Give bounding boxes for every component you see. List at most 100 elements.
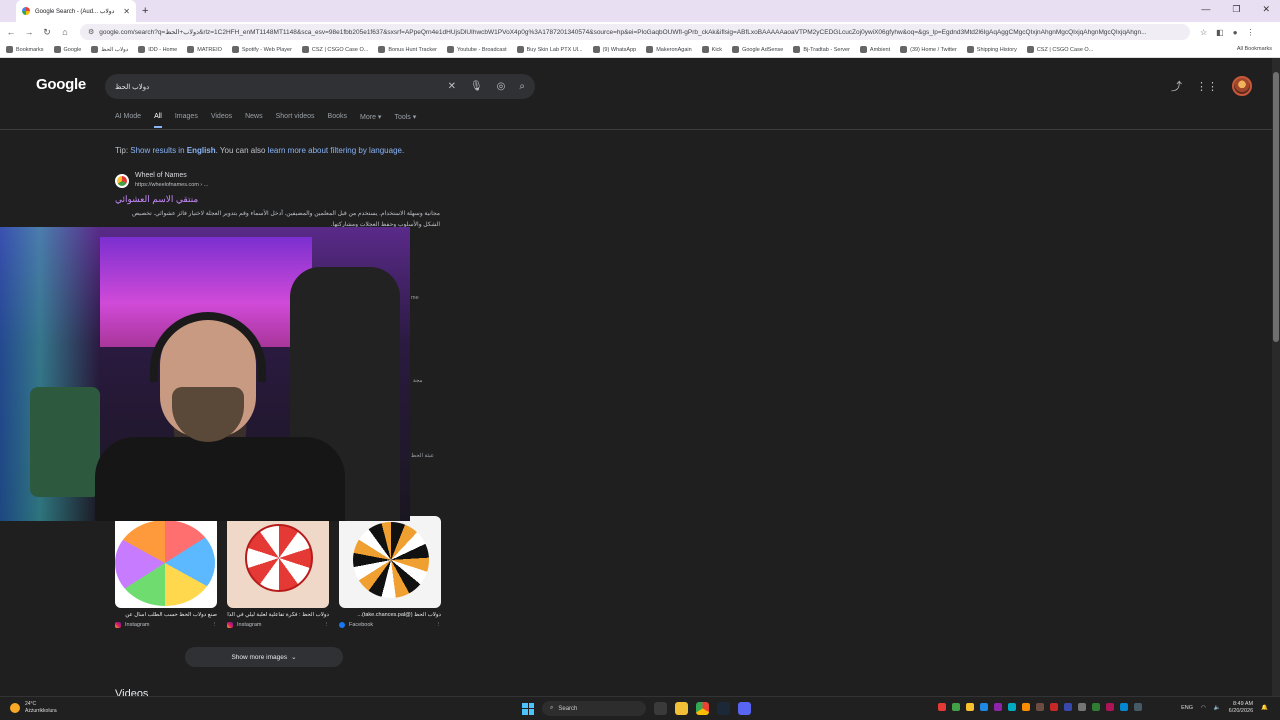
image-result-card[interactable]: دولاب الحظ : فكرة تفاعلية لعلبة ليلي في … — [227, 516, 329, 628]
tray-app-icon[interactable] — [1022, 703, 1030, 711]
bookmark-item[interactable]: Kick — [701, 46, 722, 53]
reload-icon[interactable]: ↻ — [40, 27, 54, 38]
microphone-icon[interactable]: 🎙 — [470, 81, 483, 92]
tab-books[interactable]: Books — [328, 113, 347, 128]
tab-all[interactable]: All — [154, 113, 162, 128]
tab-images[interactable]: Images — [175, 113, 198, 128]
bookmark-item[interactable]: Buy Skin Lab PTX Ul... — [516, 46, 583, 53]
bookmark-item[interactable]: Ambient — [859, 46, 890, 53]
bookmark-item[interactable]: دولاب الحظ — [91, 46, 128, 53]
maximize-icon[interactable]: ❐ — [1232, 4, 1240, 15]
image-thumbnail[interactable] — [339, 516, 441, 608]
result-site-name[interactable]: Wheel of Names — [135, 172, 187, 179]
bookmark-item[interactable]: Google — [53, 46, 81, 53]
google-logo[interactable]: Google — [36, 76, 86, 93]
discord-icon[interactable] — [738, 702, 751, 715]
bookmark-item[interactable]: CSZ | CSGO Case O... — [1026, 46, 1093, 53]
bookmark-star-icon[interactable]: ☆ — [1200, 28, 1207, 37]
minimize-icon[interactable]: — — [1201, 4, 1210, 15]
result-url[interactable]: https://wheelofnames.com › ... — [135, 182, 208, 188]
steam-icon[interactable] — [717, 702, 730, 715]
bookmark-item[interactable]: Shipping History — [966, 46, 1017, 53]
image-caption[interactable]: صنع دولاب الحظ حسب الطلب اسأل عن — [115, 612, 217, 618]
bookmark-item[interactable]: Youtube - Broadcast — [446, 46, 507, 53]
menu-icon[interactable]: ⋮ — [1247, 28, 1255, 37]
image-source[interactable]: Instagram ⋮ — [227, 622, 329, 628]
image-source[interactable]: Instagram ⋮ — [115, 622, 217, 628]
tray-app-icon[interactable] — [1036, 703, 1044, 711]
bookmark-item[interactable]: MakeronAgain — [646, 46, 692, 53]
windows-start-icon[interactable] — [522, 702, 534, 715]
tray-app-icon[interactable] — [994, 703, 1002, 711]
tray-app-icon[interactable] — [1120, 703, 1128, 711]
account-avatar[interactable] — [1232, 76, 1252, 96]
all-bookmarks[interactable]: All Bookmarks — [1237, 46, 1272, 52]
weather-widget[interactable]: 24°C Ażżurrikkolura — [10, 701, 57, 715]
new-tab-icon[interactable]: + — [142, 5, 148, 17]
image-caption[interactable]: دولاب الحظ (@take.chances.pal)... — [339, 612, 441, 618]
site-info-icon[interactable]: ⚙ — [88, 28, 94, 36]
back-icon[interactable]: ← — [4, 27, 18, 37]
tray-app-icon[interactable] — [1078, 703, 1086, 711]
taskbar-clock[interactable]: 8:49 AM 6/20/2026 — [1229, 701, 1253, 715]
browser-tab[interactable]: Google Search - (Aud... دولاب ✕ — [16, 0, 136, 22]
bookmark-item[interactable]: (9) WhatsApp — [592, 46, 636, 53]
tab-news[interactable]: News — [245, 113, 263, 128]
image-source[interactable]: Facebook ⋮ — [339, 622, 441, 628]
show-more-images-button[interactable]: Show more images ⌄ — [185, 647, 343, 667]
home-icon[interactable]: ⌂ — [58, 27, 72, 37]
image-caption[interactable]: دولاب الحظ : فكرة تفاعلية لعلبة ليلي في … — [227, 612, 329, 618]
more-options-icon[interactable]: ⋮ — [324, 622, 330, 628]
bookmark-item[interactable]: CSZ | CSGO Case O... — [301, 46, 368, 53]
bookmark-item[interactable]: (39) Home / Twitter — [900, 46, 957, 53]
image-result-card[interactable]: دولاب الحظ (@take.chances.pal)... Facebo… — [339, 516, 441, 628]
tab-videos[interactable]: Videos — [211, 113, 232, 128]
tray-app-icon[interactable] — [1092, 703, 1100, 711]
scrollbar-thumb[interactable] — [1273, 72, 1279, 342]
profile-icon[interactable]: ● — [1233, 28, 1238, 37]
volume-icon[interactable]: 🔈 — [1214, 705, 1221, 711]
language-indicator[interactable]: ENG — [1181, 705, 1193, 711]
apps-grid-icon[interactable]: ⋮⋮ — [1196, 80, 1218, 93]
image-thumbnail[interactable] — [115, 516, 217, 608]
taskbar-search[interactable]: ⌕ Search — [542, 701, 646, 716]
tab-more[interactable]: More ▾ — [360, 113, 381, 128]
more-options-icon[interactable]: ⋮ — [212, 622, 218, 628]
tray-app-icon[interactable] — [938, 703, 946, 711]
notifications-icon[interactable]: 🔔 — [1261, 705, 1268, 711]
tray-app-icon[interactable] — [1106, 703, 1114, 711]
clear-search-icon[interactable]: ✕ — [448, 81, 456, 92]
close-tab-icon[interactable]: ✕ — [123, 7, 130, 16]
file-explorer-icon[interactable] — [675, 702, 688, 715]
forward-icon[interactable]: → — [22, 27, 36, 37]
address-bar[interactable]: ⚙ google.com/search?q=دولاب+الحظ&rlz=1C2… — [80, 24, 1190, 40]
show-english-link[interactable]: Show results in English — [130, 146, 215, 155]
bookmark-item[interactable]: Google AdSense — [732, 46, 783, 53]
tab-tools[interactable]: Tools ▾ — [394, 113, 416, 128]
tray-app-icon[interactable] — [980, 703, 988, 711]
tab-ai-mode[interactable]: AI Mode — [115, 113, 141, 128]
image-thumbnail[interactable] — [227, 516, 329, 608]
image-result-card[interactable]: صنع دولاب الحظ حسب الطلب اسأل عن Instagr… — [115, 516, 217, 628]
bookmark-item[interactable]: Spotify - Web Player — [231, 46, 292, 53]
task-view-icon[interactable] — [654, 702, 667, 715]
tray-app-icon[interactable] — [1134, 703, 1142, 711]
tray-app-icon[interactable] — [1008, 703, 1016, 711]
tray-app-icon[interactable] — [1064, 703, 1072, 711]
share-icon[interactable]: ⤴ — [1171, 78, 1182, 94]
bookmark-item[interactable]: IDD - Home — [138, 46, 177, 53]
tab-short-videos[interactable]: Short videos — [276, 113, 315, 128]
bookmark-item[interactable]: Bj-Tradtab - Server — [793, 46, 850, 53]
result-title-link[interactable]: منتقي الاسم العشوائي — [115, 194, 198, 205]
bookmark-item[interactable]: Bonus Hunt Tracker — [378, 46, 437, 53]
search-box[interactable]: دولاب الحظ ✕ 🎙 ◎ ⌕ — [105, 74, 535, 99]
lens-icon[interactable]: ◎ — [497, 81, 506, 92]
wifi-icon[interactable]: ◠ — [1201, 705, 1206, 711]
extensions-icon[interactable]: ◧ — [1216, 28, 1224, 37]
search-icon[interactable]: ⌕ — [519, 81, 525, 92]
filtering-language-link[interactable]: learn more about filtering by language — [268, 146, 402, 155]
tray-app-icon[interactable] — [966, 703, 974, 711]
chrome-icon[interactable] — [696, 702, 709, 715]
bookmark-item[interactable]: MATREIO — [187, 46, 222, 53]
tray-app-icon[interactable] — [1050, 703, 1058, 711]
